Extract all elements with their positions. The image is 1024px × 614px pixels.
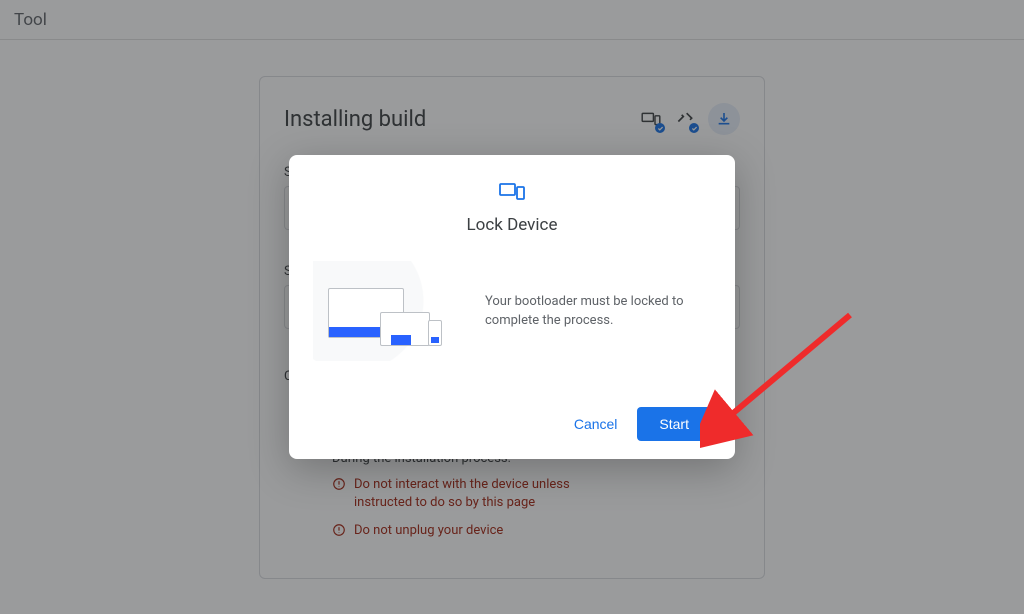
- dialog-illustration: [313, 261, 463, 361]
- lock-device-dialog: Lock Device Your bootloader must be lock…: [289, 155, 735, 459]
- dialog-body-text: Your bootloader must be locked to comple…: [485, 292, 711, 331]
- devices-icon: [499, 181, 525, 205]
- dialog-icon-row: [313, 181, 711, 205]
- start-button[interactable]: Start: [637, 407, 711, 441]
- cancel-button[interactable]: Cancel: [562, 407, 630, 441]
- dialog-title: Lock Device: [313, 215, 711, 235]
